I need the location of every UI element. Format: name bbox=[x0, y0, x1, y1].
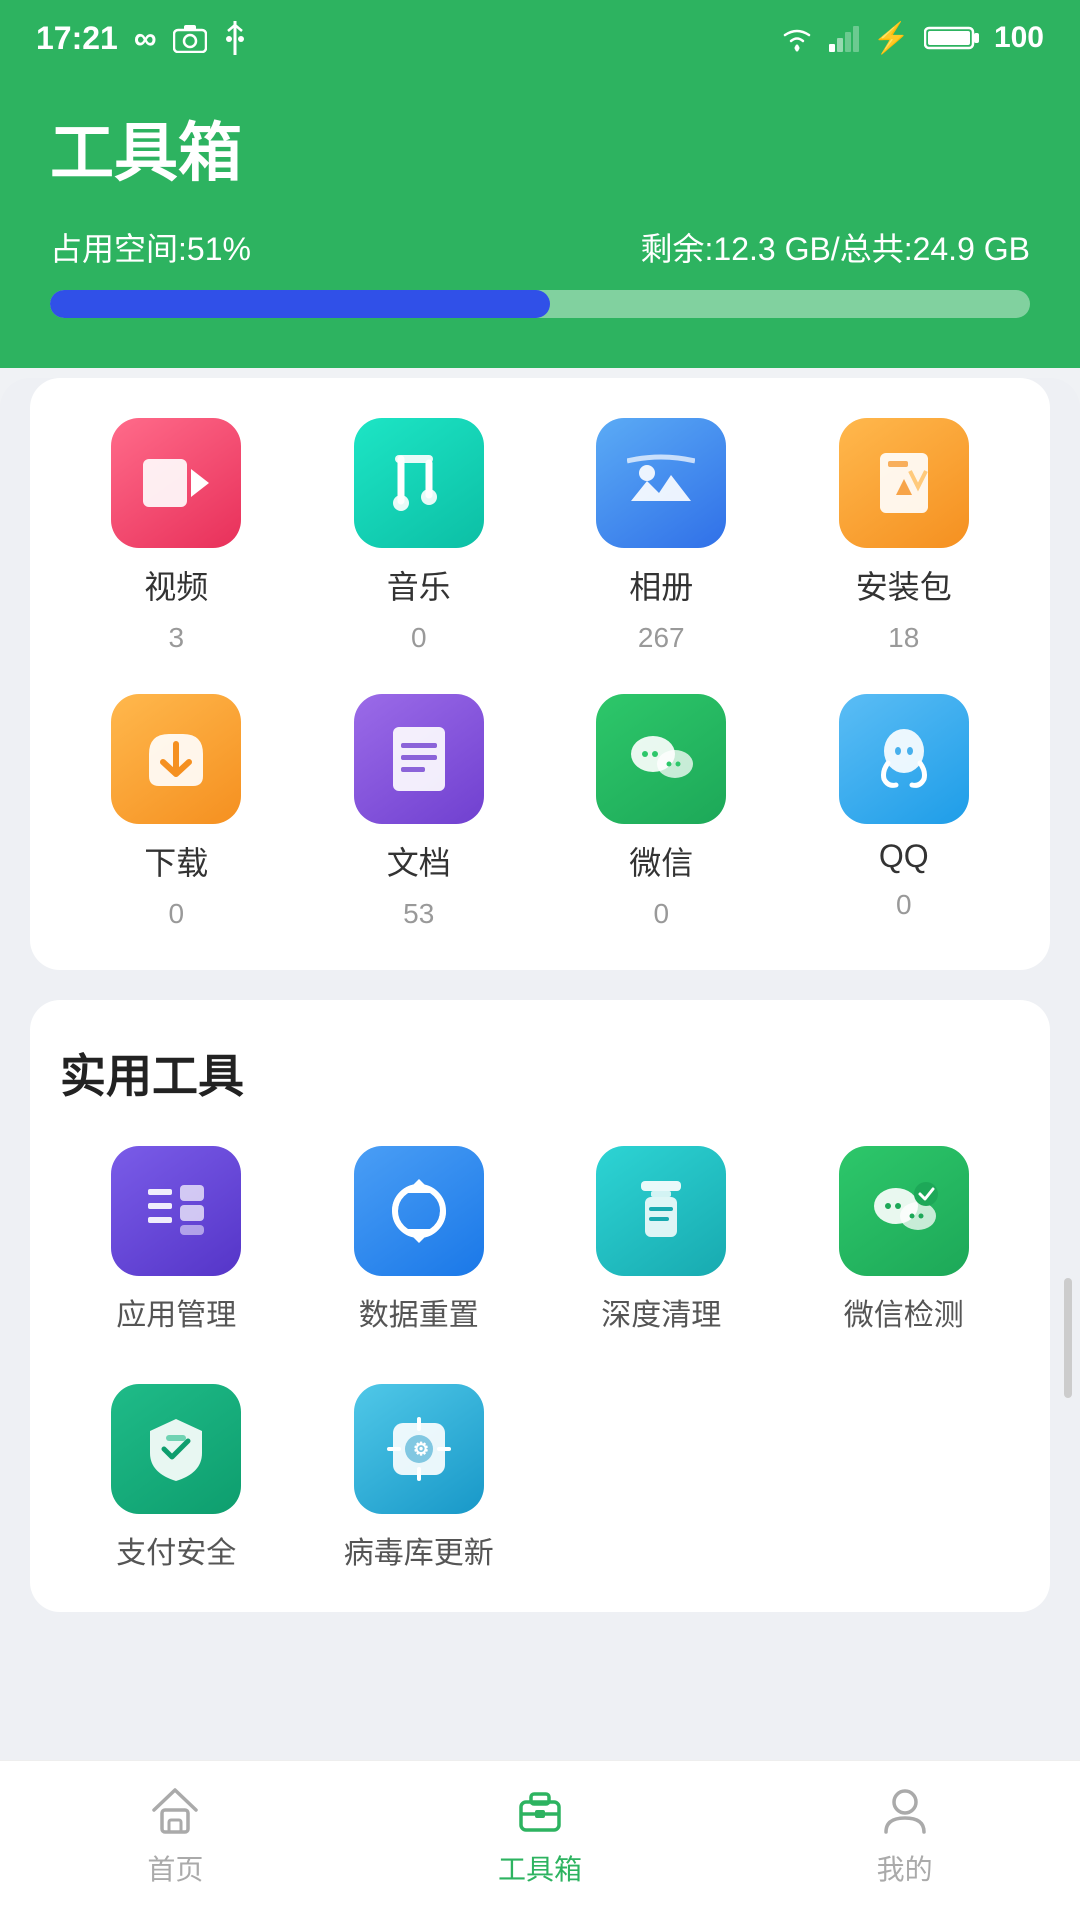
apk-count: 18 bbox=[888, 622, 919, 654]
header: 工具箱 占用空间:51% 剩余:12.3 GB/总共:24.9 GB bbox=[0, 72, 1080, 368]
doc-label: 文档 bbox=[387, 838, 451, 884]
file-item-wechat[interactable]: 微信 0 bbox=[545, 694, 778, 930]
download-label: 下载 bbox=[144, 838, 208, 884]
tool-wechat-check[interactable]: 微信检测 bbox=[788, 1146, 1021, 1334]
file-item-music[interactable]: 音乐 0 bbox=[303, 418, 536, 654]
download-icon-wrap bbox=[111, 694, 241, 824]
deep-clean-icon bbox=[596, 1146, 726, 1276]
nav-home-label: 首页 bbox=[147, 1848, 203, 1888]
download-count: 0 bbox=[168, 898, 184, 930]
battery-level: 100 bbox=[994, 21, 1044, 55]
tool-virus[interactable]: ⚙ 病毒库更新 bbox=[303, 1384, 536, 1572]
doc-icon-wrap bbox=[354, 694, 484, 824]
tool-app-mgr[interactable]: 应用管理 bbox=[60, 1146, 293, 1334]
scroll-indicator bbox=[1064, 1278, 1072, 1398]
file-grid: 视频 3 音乐 0 bbox=[60, 418, 1020, 930]
file-item-doc[interactable]: 文档 53 bbox=[303, 694, 536, 930]
bottom-navigation: 首页 工具箱 我的 bbox=[0, 1760, 1080, 1920]
wechat-check-label: 微信检测 bbox=[844, 1290, 964, 1334]
photo-icon-wrap bbox=[596, 418, 726, 548]
storage-info: 占用空间:51% 剩余:12.3 GB/总共:24.9 GB bbox=[50, 224, 1030, 270]
qq-label: QQ bbox=[879, 838, 929, 875]
status-time: 17:21 bbox=[36, 20, 118, 57]
photo-label: 相册 bbox=[629, 562, 693, 608]
doc-count: 53 bbox=[403, 898, 434, 930]
file-item-qq[interactable]: QQ 0 bbox=[788, 694, 1021, 930]
photo-count: 267 bbox=[638, 622, 685, 654]
wechat-label: 微信 bbox=[629, 838, 693, 884]
app-mgr-label: 应用管理 bbox=[116, 1290, 236, 1334]
pay-safe-icon bbox=[111, 1384, 241, 1514]
file-item-download[interactable]: 下载 0 bbox=[60, 694, 293, 930]
infinity-icon: ∞ bbox=[134, 20, 157, 57]
bolt-icon: ⚡ bbox=[873, 21, 910, 56]
file-item-photo[interactable]: 相册 267 bbox=[545, 418, 778, 654]
data-reset-icon bbox=[354, 1146, 484, 1276]
tools-title: 实用工具 bbox=[60, 1040, 1020, 1106]
battery-icon bbox=[924, 24, 980, 52]
progress-bar-bg bbox=[50, 290, 1030, 318]
home-icon bbox=[148, 1784, 202, 1838]
wifi-icon bbox=[779, 24, 815, 52]
wechat-count: 0 bbox=[653, 898, 669, 930]
video-label: 视频 bbox=[144, 562, 208, 608]
file-item-video[interactable]: 视频 3 bbox=[60, 418, 293, 654]
file-item-apk[interactable]: 安装包 18 bbox=[788, 418, 1021, 654]
status-right: ⚡ 100 bbox=[779, 21, 1044, 56]
tools-grid: 应用管理 数据重置 bbox=[60, 1146, 1020, 1572]
nav-toolbox[interactable]: 工具箱 bbox=[498, 1784, 582, 1888]
pay-safe-label: 支付安全 bbox=[116, 1528, 236, 1572]
progress-bar-fill bbox=[50, 290, 550, 318]
music-count: 0 bbox=[411, 622, 427, 654]
tools-card: 实用工具 应用管理 bbox=[30, 1000, 1050, 1612]
music-icon-wrap bbox=[354, 418, 484, 548]
tool-data-reset[interactable]: 数据重置 bbox=[303, 1146, 536, 1334]
wechat-check-icon bbox=[839, 1146, 969, 1276]
deep-clean-label: 深度清理 bbox=[601, 1290, 721, 1334]
file-grid-card: 视频 3 音乐 0 bbox=[30, 378, 1050, 970]
music-label: 音乐 bbox=[387, 562, 451, 608]
data-reset-label: 数据重置 bbox=[359, 1290, 479, 1334]
tool-deep-clean[interactable]: 深度清理 bbox=[545, 1146, 778, 1334]
apk-icon-wrap bbox=[839, 418, 969, 548]
video-icon-wrap bbox=[111, 418, 241, 548]
signal-icon bbox=[829, 24, 859, 52]
virus-label: 病毒库更新 bbox=[344, 1528, 494, 1572]
storage-remain: 剩余:12.3 GB/总共:24.9 GB bbox=[641, 224, 1031, 270]
profile-icon bbox=[878, 1784, 932, 1838]
status-left: 17:21 ∞ bbox=[36, 20, 247, 57]
app-mgr-icon bbox=[111, 1146, 241, 1276]
toolbox-icon bbox=[513, 1784, 567, 1838]
content-area: 视频 3 音乐 0 bbox=[0, 378, 1080, 1802]
storage-used: 占用空间:51% bbox=[50, 224, 251, 270]
wechat-icon-wrap bbox=[596, 694, 726, 824]
virus-icon: ⚙ bbox=[354, 1384, 484, 1514]
camera-icon bbox=[173, 23, 207, 53]
svg-text:⚙: ⚙ bbox=[413, 1439, 429, 1459]
apk-label: 安装包 bbox=[856, 562, 952, 608]
qq-count: 0 bbox=[896, 889, 912, 921]
nav-profile-label: 我的 bbox=[877, 1848, 933, 1888]
nav-toolbox-label: 工具箱 bbox=[498, 1848, 582, 1888]
page-title: 工具箱 bbox=[50, 102, 1030, 194]
status-bar: 17:21 ∞ bbox=[0, 0, 1080, 72]
nav-profile[interactable]: 我的 bbox=[877, 1784, 933, 1888]
nav-home[interactable]: 首页 bbox=[147, 1784, 203, 1888]
usb-icon bbox=[223, 21, 247, 55]
video-count: 3 bbox=[168, 622, 184, 654]
tool-pay-safe[interactable]: 支付安全 bbox=[60, 1384, 293, 1572]
qq-icon-wrap bbox=[839, 694, 969, 824]
